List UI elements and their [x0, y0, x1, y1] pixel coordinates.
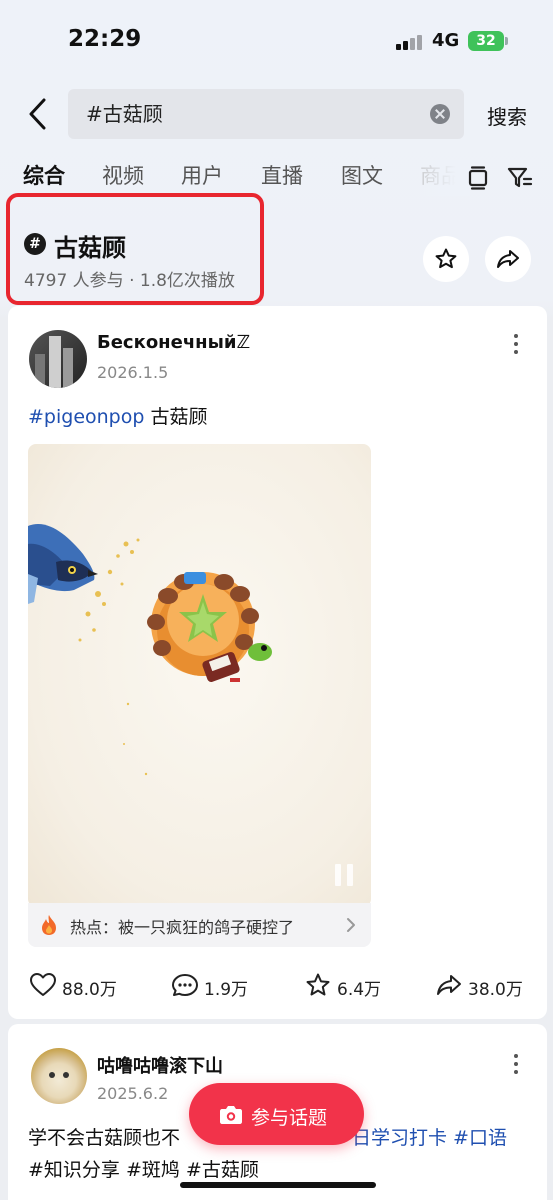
- star-outline-icon: [306, 973, 330, 996]
- tab-video[interactable]: 视频: [102, 160, 144, 190]
- status-time: 22:29: [68, 26, 142, 52]
- search-input[interactable]: [86, 89, 416, 139]
- filter-icon[interactable]: [507, 166, 533, 190]
- topic-hashtag-icon: #: [24, 233, 46, 255]
- tab-fade: [400, 160, 470, 196]
- join-topic-button[interactable]: 参与话题: [189, 1083, 364, 1145]
- avatar[interactable]: [29, 330, 87, 388]
- hot-topic-bar[interactable]: 热点：被一只疯狂的鸽子硬控了: [28, 903, 371, 947]
- like-button[interactable]: 88.0万: [30, 971, 130, 1001]
- join-topic-label: 参与话题: [251, 1107, 328, 1129]
- heart-icon: [30, 973, 56, 996]
- like-count: 88.0万: [62, 980, 117, 1000]
- author-name[interactable]: Бесконечныйℤ: [97, 332, 250, 353]
- favorite-topic-button[interactable]: [423, 236, 469, 282]
- back-icon[interactable]: [24, 96, 54, 132]
- caption-text: 学不会古菇顾也不: [28, 1127, 181, 1149]
- signal-icon: [396, 34, 424, 50]
- comment-count: 1.9万: [204, 980, 249, 1000]
- author-name[interactable]: 咕噜咕噜滚下山: [97, 1052, 223, 1078]
- post-date: 2026.1.5: [97, 363, 169, 382]
- camera-icon: [220, 1106, 242, 1124]
- status-bar: 22:29 4G 32: [0, 0, 553, 80]
- post-card[interactable]: Бесконечныйℤ 2026.1.5 #pigeonpop 古菇顾 热点：…: [8, 306, 547, 1019]
- share-button[interactable]: 38.0万: [436, 971, 536, 1001]
- tab-live[interactable]: 直播: [261, 160, 303, 190]
- more-options-icon[interactable]: [513, 334, 519, 354]
- favorite-button[interactable]: 6.4万: [305, 971, 395, 1001]
- tab-users[interactable]: 用户: [181, 160, 223, 190]
- search-button[interactable]: 搜索: [487, 101, 527, 130]
- post-date: 2025.6.2: [97, 1084, 169, 1103]
- video-player[interactable]: [28, 444, 371, 907]
- turtle-illustration: [147, 572, 272, 683]
- share-count: 38.0万: [468, 980, 523, 1000]
- tab-all[interactable]: 综合: [23, 160, 65, 190]
- hashtag-link[interactable]: 日学习打卡 #口语: [352, 1127, 507, 1149]
- comment-icon: [172, 974, 198, 996]
- pause-icon[interactable]: [335, 864, 355, 886]
- post-caption: #pigeonpop 古菇顾: [28, 402, 207, 429]
- search-box[interactable]: [68, 89, 464, 139]
- hashtag-links[interactable]: #知识分享 #斑鸠 #古菇顾: [28, 1155, 259, 1182]
- comment-button[interactable]: 1.9万: [172, 971, 262, 1001]
- clear-icon[interactable]: [430, 104, 450, 124]
- star-icon: [435, 248, 457, 269]
- favorite-count: 6.4万: [337, 980, 382, 1000]
- hashtag-link[interactable]: #pigeonpop: [28, 406, 144, 428]
- share-topic-button[interactable]: [485, 236, 531, 282]
- caption-text: 古菇顾: [144, 406, 208, 428]
- tab-image-text[interactable]: 图文: [341, 160, 383, 190]
- avatar[interactable]: [31, 1048, 87, 1104]
- battery-icon: 32: [468, 31, 508, 51]
- fire-icon: [40, 914, 58, 936]
- pigeon-illustration: [28, 524, 98, 604]
- topic-stats: 4797 人参与 · 1.8亿次播放: [24, 271, 235, 291]
- more-options-icon[interactable]: [513, 1054, 519, 1074]
- network-type: 4G: [432, 30, 460, 51]
- share-icon: [497, 250, 519, 268]
- home-indicator[interactable]: [180, 1182, 376, 1188]
- chevron-right-icon: [346, 917, 356, 933]
- share-arrow-icon: [437, 975, 461, 995]
- topic-title: 古菇顾: [54, 234, 126, 262]
- layout-toggle-icon[interactable]: [468, 166, 488, 190]
- hot-topic-text: 热点：被一只疯狂的鸽子硬控了: [70, 918, 295, 937]
- post-actions: 88.0万 1.9万 6.4万 38.0万: [8, 971, 547, 1001]
- video-frame: [28, 524, 272, 776]
